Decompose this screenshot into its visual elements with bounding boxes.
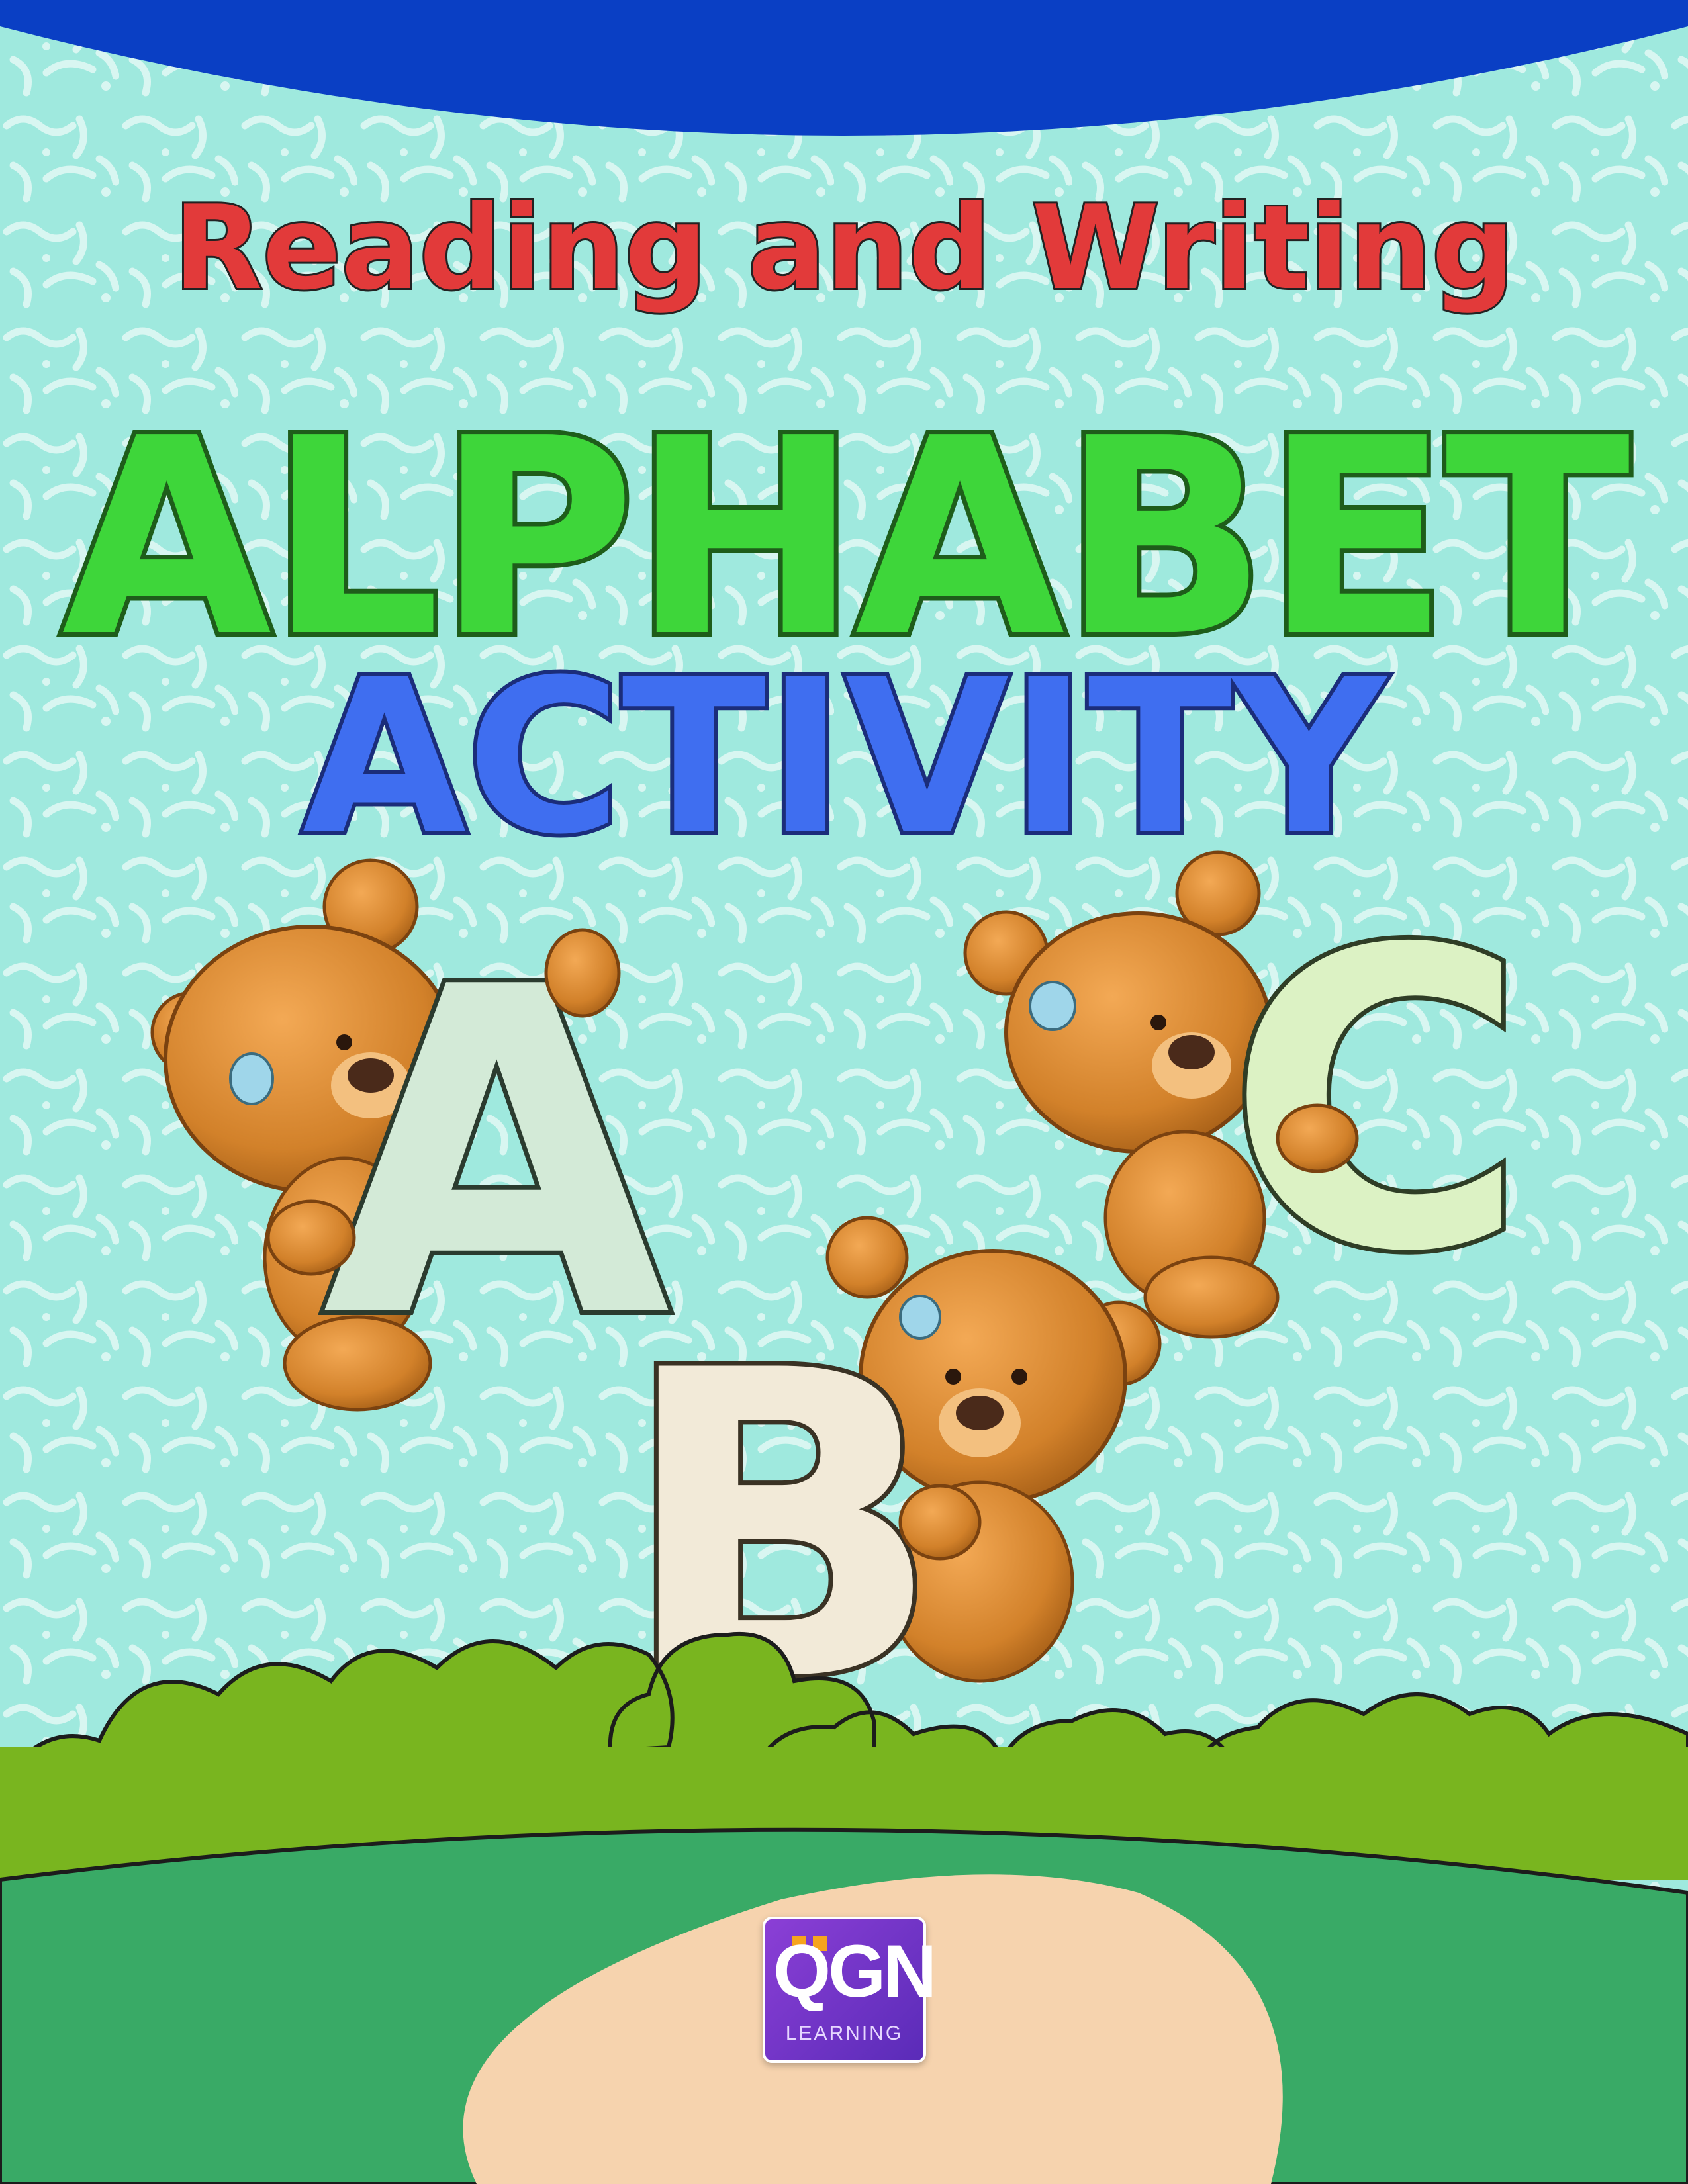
logo-icon: QGN LEARNING [763,1917,937,2063]
logo-mark: QGN [773,1930,937,2013]
title-activity: ACTIVITY [303,635,1388,881]
logo-subtitle: LEARNING [785,2023,904,2044]
letter-c: C [1226,864,1527,1342]
book-cover: Reading and Writing ALPHABET ACTIVITY A [0,0,1688,2184]
cover-illustration: Reading and Writing ALPHABET ACTIVITY A [0,0,1688,2184]
series-title: Reading and Writing [173,181,1515,316]
